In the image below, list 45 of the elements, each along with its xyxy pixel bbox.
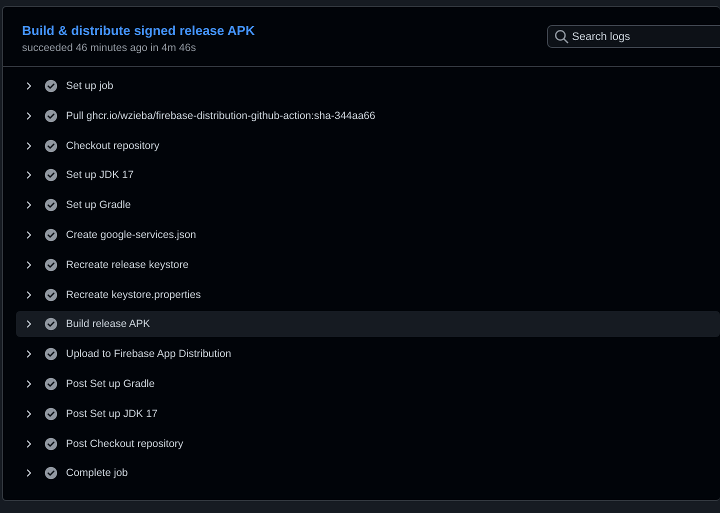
step-label: Recreate release keystore <box>66 258 189 271</box>
check-circle-icon <box>44 317 58 332</box>
step-row[interactable]: Build release APK <box>16 311 720 338</box>
job-summary: succeeded 46 minutes ago in 4m 46s <box>22 42 197 54</box>
step-label: Pull ghcr.io/wzieba/firebase-distribution-github-action:sha-344aa66 <box>66 110 376 122</box>
step-label: Recreate keystore.properties <box>66 288 201 301</box>
check-circle-icon <box>44 108 58 123</box>
step-row[interactable]: Set up job <box>16 73 720 99</box>
check-circle-icon <box>44 79 58 93</box>
check-circle-icon <box>44 288 58 302</box>
check-circle-icon <box>44 376 58 391</box>
step-label: Checkout repository <box>66 140 160 152</box>
step-row[interactable]: Recreate release keystore <box>16 252 720 278</box>
step-label: Set up job <box>66 80 114 92</box>
check-circle-icon <box>44 228 58 242</box>
step-label: Post Checkout repository <box>66 438 184 450</box>
check-circle-icon <box>44 406 58 421</box>
check-circle-icon <box>44 198 58 212</box>
step-row[interactable]: Post Set up Gradle <box>16 370 720 397</box>
step-label: Set up Gradle <box>66 199 131 212</box>
step-label: Set up JDK 17 <box>66 169 134 182</box>
check-circle-icon <box>44 258 58 272</box>
step-row[interactable]: Post Set up JDK 17 <box>16 400 720 427</box>
step-row[interactable]: Pull ghcr.io/wzieba/firebase-distribution-github-action:sha-344aa66 <box>16 102 720 129</box>
check-circle-icon <box>44 138 58 153</box>
step-label: Complete job <box>66 467 128 480</box>
step-label: Post Set up JDK 17 <box>66 408 158 420</box>
check-circle-icon <box>44 436 58 451</box>
job-title[interactable]: Build & distribute signed release APK <box>22 23 255 38</box>
step-row[interactable]: Checkout repository <box>16 132 720 159</box>
check-circle-icon <box>44 466 58 480</box>
check-circle-icon <box>44 347 58 362</box>
step-row[interactable]: Set up Gradle <box>16 192 720 218</box>
step-label: Post Set up Gradle <box>66 378 155 390</box>
step-row[interactable]: Upload to Firebase App Distribution <box>16 341 720 368</box>
step-label: Create google-services.json <box>66 228 196 241</box>
step-row[interactable]: Create google-services.json <box>16 222 720 248</box>
step-row[interactable]: Post Checkout repository <box>16 430 720 457</box>
step-row[interactable]: Set up JDK 17 <box>16 162 720 188</box>
step-label: Build release APK <box>66 318 150 330</box>
step-row[interactable]: Recreate keystore.properties <box>16 282 720 308</box>
step-row[interactable]: Complete job <box>16 460 720 486</box>
search-field[interactable]: Search logs <box>547 25 720 48</box>
step-label: Upload to Firebase App Distribution <box>66 348 232 360</box>
check-circle-icon <box>44 168 58 182</box>
